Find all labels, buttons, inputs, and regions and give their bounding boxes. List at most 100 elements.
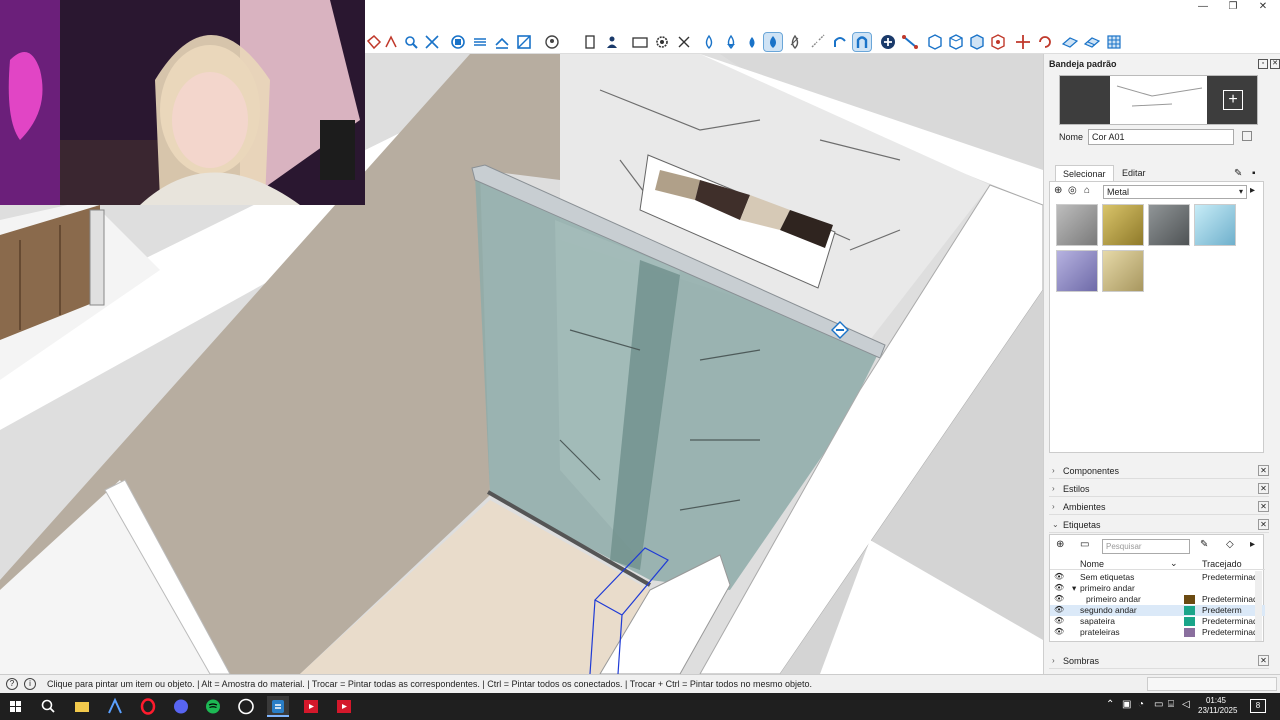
- maximize-button[interactable]: ❐: [1218, 0, 1248, 14]
- close-window-button[interactable]: ✕: [1248, 0, 1278, 14]
- section-close-icon[interactable]: ✕: [1258, 483, 1269, 494]
- tag-color[interactable]: [1184, 606, 1195, 615]
- tag-dash[interactable]: Predeterm: [1202, 605, 1262, 615]
- tray-overflow-icon[interactable]: ⌃: [1106, 699, 1114, 710]
- home-icon[interactable]: ⌂: [1084, 185, 1090, 196]
- pencil-icon[interactable]: ✎: [1200, 539, 1208, 550]
- eye-icon[interactable]: 👁: [1054, 572, 1064, 581]
- move-icon[interactable]: [1014, 33, 1032, 51]
- back-icon[interactable]: ⊕: [1054, 185, 1062, 196]
- material-thumb-dark-metal[interactable]: [1148, 204, 1190, 246]
- pin-icon[interactable]: ▫: [1258, 59, 1268, 69]
- section-close-icon[interactable]: ✕: [1258, 519, 1269, 530]
- section-styles[interactable]: › Estilos ✕: [1049, 481, 1269, 497]
- section-tags[interactable]: ⌄ Etiquetas ✕: [1049, 517, 1269, 533]
- network-icon[interactable]: ⌸: [1168, 699, 1174, 710]
- measurements-box[interactable]: [1147, 677, 1277, 691]
- add-folder-icon[interactable]: ▭: [1080, 539, 1089, 550]
- tray-app-icon[interactable]: ◔: [1138, 699, 1144, 710]
- drop-active-icon[interactable]: [763, 32, 783, 52]
- camera-icon[interactable]: [603, 33, 621, 51]
- section-close-icon[interactable]: ✕: [1258, 655, 1269, 666]
- app-a-icon[interactable]: [104, 696, 126, 717]
- material-thumb-light-gold[interactable]: [1102, 250, 1144, 292]
- tag-color[interactable]: [1184, 628, 1195, 637]
- opera-icon[interactable]: [137, 696, 159, 717]
- eye-icon[interactable]: 👁: [1054, 605, 1064, 614]
- gear-icon[interactable]: [653, 33, 671, 51]
- tags-scrollbar[interactable]: [1255, 571, 1262, 641]
- tape-icon[interactable]: [382, 33, 400, 51]
- tag-color[interactable]: [1184, 617, 1195, 626]
- water-drop-icon[interactable]: [700, 33, 718, 51]
- eye-icon[interactable]: 👁: [1054, 627, 1064, 636]
- eye-icon[interactable]: 👁: [1054, 616, 1064, 625]
- tag-row[interactable]: 👁 Sem etiquetas Predeterminado: [1050, 572, 1265, 583]
- tag-dash[interactable]: Predeterminado: [1202, 627, 1262, 637]
- col-dash-header[interactable]: Tracejado: [1202, 559, 1242, 569]
- tag-dash[interactable]: Predeterminado: [1202, 572, 1262, 582]
- material-thumb-brushed-steel[interactable]: [1056, 204, 1098, 246]
- cube-top-icon[interactable]: [947, 33, 965, 51]
- section-close-icon[interactable]: ✕: [1258, 501, 1269, 512]
- create-material-icon[interactable]: +: [1223, 90, 1243, 110]
- zoom-extents-icon[interactable]: [423, 33, 441, 51]
- line-tool-icon[interactable]: [901, 33, 919, 51]
- layers-icon[interactable]: [471, 33, 489, 51]
- diamond-icon[interactable]: [786, 33, 804, 51]
- spotify-icon[interactable]: [202, 696, 224, 717]
- tag-color[interactable]: [1184, 595, 1195, 604]
- tag-dash[interactable]: Predeterminado: [1202, 594, 1262, 604]
- sort-chevron-icon[interactable]: ⌄: [1170, 558, 1178, 569]
- section-environments[interactable]: › Ambientes ✕: [1049, 499, 1269, 515]
- material-thumb-blue-metal[interactable]: [1194, 204, 1236, 246]
- sketchup-icon[interactable]: [267, 696, 289, 717]
- cube-front-icon[interactable]: [926, 33, 944, 51]
- tag-row-selected[interactable]: 👁 segundo andar Predeterm: [1050, 605, 1265, 616]
- grid-1-icon[interactable]: [1061, 33, 1079, 51]
- delete-icon[interactable]: ▪: [1252, 168, 1262, 180]
- material-thumb-lilac-metal[interactable]: [1056, 250, 1098, 292]
- chatgpt-icon[interactable]: [235, 696, 257, 717]
- material-thumb-gold[interactable]: [1102, 204, 1144, 246]
- add-tag-icon[interactable]: ⊕: [1056, 539, 1064, 550]
- cube-gear-icon[interactable]: [989, 33, 1007, 51]
- start-windows-icon[interactable]: [5, 696, 27, 717]
- library-select[interactable]: Metal ▾: [1103, 185, 1247, 199]
- shadow-icon[interactable]: [515, 33, 533, 51]
- tag-row[interactable]: 👁 sapateira Predeterminado: [1050, 616, 1265, 627]
- user-icon[interactable]: [543, 33, 561, 51]
- drop-half-icon[interactable]: [722, 33, 740, 51]
- tab-edit[interactable]: Editar: [1115, 165, 1153, 181]
- expand-folder-icon[interactable]: ▾: [1072, 583, 1076, 594]
- details-arrow-icon[interactable]: ▸: [1250, 539, 1255, 550]
- styles-icon[interactable]: [493, 33, 511, 51]
- tray-display-icon[interactable]: ▭: [1154, 699, 1163, 710]
- panel-close-icon[interactable]: ✕: [1270, 59, 1280, 69]
- discord-icon[interactable]: [170, 696, 192, 717]
- drop-filled-icon[interactable]: [743, 33, 761, 51]
- section-close-icon[interactable]: ✕: [1258, 465, 1269, 476]
- grid-2-icon[interactable]: [1083, 33, 1101, 51]
- tag-search-input[interactable]: Pesquisar: [1102, 539, 1190, 554]
- details-arrow-icon[interactable]: ▸: [1250, 185, 1255, 196]
- copy-icon[interactable]: [1242, 131, 1252, 141]
- window-icon[interactable]: [631, 33, 649, 51]
- search-icon[interactable]: [37, 696, 59, 717]
- rotate-icon[interactable]: [1036, 33, 1054, 51]
- section-components[interactable]: › Componentes ✕: [1049, 463, 1269, 479]
- notifications-icon[interactable]: 8: [1250, 699, 1266, 713]
- file-explorer-icon[interactable]: [71, 696, 93, 717]
- eye-icon[interactable]: 👁: [1054, 583, 1064, 592]
- info-icon[interactable]: i: [24, 678, 36, 690]
- zoom-icon[interactable]: [402, 33, 420, 51]
- tag-options-icon[interactable]: ◇: [1226, 539, 1234, 550]
- section-plane-icon[interactable]: [449, 33, 467, 51]
- media-app-icon[interactable]: [300, 696, 322, 717]
- col-name-header[interactable]: Nome: [1080, 559, 1104, 569]
- tag-row[interactable]: 👁 ▾ primeiro andar: [1050, 583, 1265, 594]
- material-name-field[interactable]: Cor A01: [1088, 129, 1234, 145]
- grid-3-icon[interactable]: [1105, 33, 1123, 51]
- tag-row[interactable]: 👁 primeiro andar Predeterminado: [1050, 594, 1265, 605]
- plus-circle-icon[interactable]: [879, 33, 897, 51]
